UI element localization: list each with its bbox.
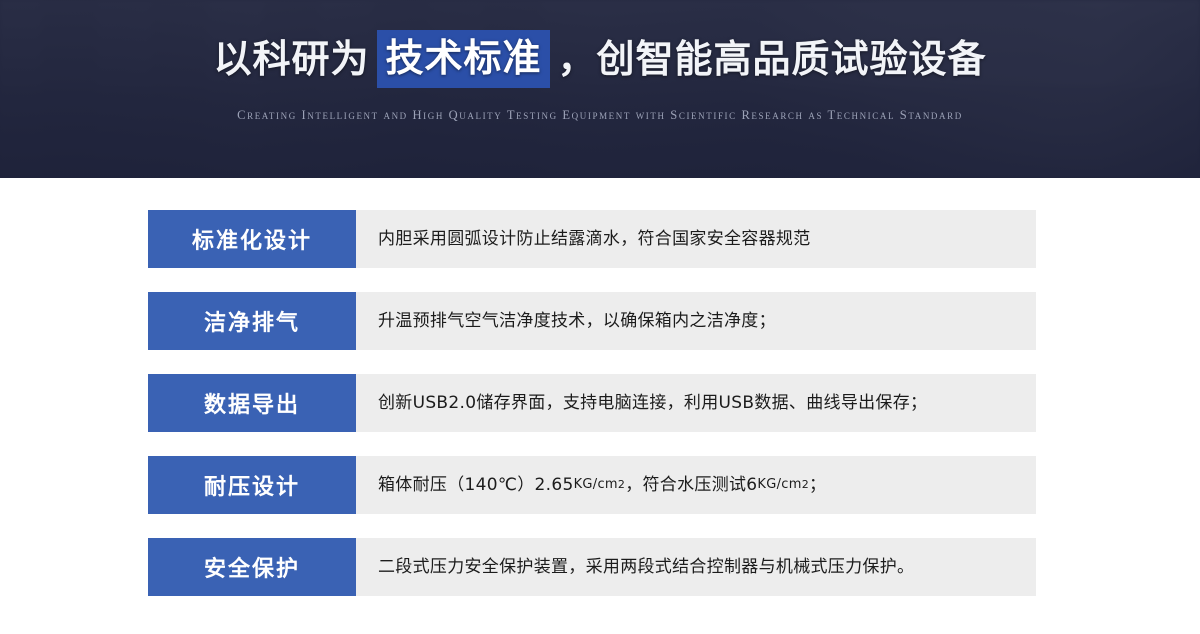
feature-description: 箱体耐压（140℃）2.65 KG/cm 2 ，符合水压测试6 KG/cm 2； — [356, 456, 1036, 514]
feature-row: 洁净排气 升温预排气空气洁净度技术，以确保箱内之洁净度； — [148, 292, 1036, 350]
feature-label: 耐压设计 — [148, 456, 356, 514]
feature-description: 二段式压力安全保护装置，采用两段式结合控制器与机械式压力保护。 — [356, 538, 1036, 596]
feature-row: 耐压设计 箱体耐压（140℃）2.65 KG/cm 2 ，符合水压测试6 KG/cm 2； — [148, 456, 1036, 514]
pressure-unit-2: KG/cm — [757, 477, 802, 492]
pressure-sup-2: 2 — [801, 478, 810, 491]
hero-banner: 以科研为 技术标准 ，创智能高品质试验设备 Creating Intellige… — [0, 0, 1200, 178]
feature-row: 安全保护 二段式压力安全保护装置，采用两段式结合控制器与机械式压力保护。 — [148, 538, 1036, 596]
pressure-text-1: 箱体耐压（140℃）2.65 — [378, 475, 574, 495]
feature-label: 标准化设计 — [148, 210, 356, 268]
pressure-unit-1: KG/cm — [573, 477, 618, 492]
feature-row: 数据导出 创新USB2.0储存界面，支持电脑连接，利用USB数据、曲线导出保存； — [148, 374, 1036, 432]
feature-label: 数据导出 — [148, 374, 356, 432]
banner-title: 以科研为 技术标准 ，创智能高品质试验设备 — [211, 30, 988, 88]
feature-label: 洁净排气 — [148, 292, 356, 350]
feature-label: 安全保护 — [148, 538, 356, 596]
pressure-text-3: ； — [809, 475, 827, 495]
feature-description: 创新USB2.0储存界面，支持电脑连接，利用USB数据、曲线导出保存； — [356, 374, 1036, 432]
pressure-text-2: ，符合水压测试6 — [625, 475, 758, 495]
feature-row: 标准化设计 内胆采用圆弧设计防止结露滴水，符合国家安全容器规范 — [148, 210, 1036, 268]
feature-description: 升温预排气空气洁净度技术，以确保箱内之洁净度； — [356, 292, 1036, 350]
feature-description: 内胆采用圆弧设计防止结露滴水，符合国家安全容器规范 — [356, 210, 1036, 268]
banner-content: 以科研为 技术标准 ，创智能高品质试验设备 Creating Intellige… — [0, 0, 1200, 178]
banner-title-highlight: 技术标准 — [377, 30, 550, 88]
feature-list: 标准化设计 内胆采用圆弧设计防止结露滴水，符合国家安全容器规范 洁净排气 升温预… — [148, 210, 1036, 596]
banner-title-prefix: 以科研为 — [213, 37, 370, 81]
promo-page: 以科研为 技术标准 ，创智能高品质试验设备 Creating Intellige… — [0, 0, 1200, 634]
pressure-sup-1: 2 — [617, 478, 626, 491]
banner-title-suffix: ，创智能高品质试验设备 — [557, 37, 987, 81]
banner-subtitle: Creating Intelligent and High Quality Te… — [237, 108, 963, 122]
